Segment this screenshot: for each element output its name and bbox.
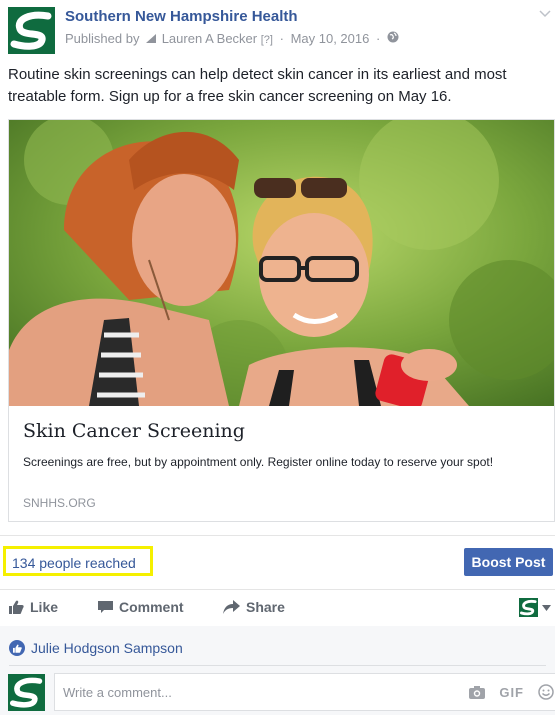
- meta-separator: ·: [279, 31, 284, 46]
- people-reached-link[interactable]: 134 people reached: [12, 555, 136, 571]
- post-date[interactable]: May 10, 2016: [291, 31, 370, 46]
- comment-composer: GIF: [8, 673, 555, 711]
- post-text: Routine skin screenings can help detect …: [8, 66, 507, 105]
- share-arrow-icon: [223, 600, 240, 614]
- comment-label: Comment: [119, 599, 184, 615]
- snhh-logo-icon: [519, 598, 538, 617]
- liker-name-link[interactable]: Julie Hodgson Sampson: [31, 640, 183, 656]
- share-label: Share: [246, 599, 285, 615]
- boost-post-button[interactable]: Boost Post: [464, 548, 553, 576]
- link-preview-image[interactable]: [9, 120, 554, 406]
- meta-separator: ·: [375, 31, 381, 46]
- likes-summary: Julie Hodgson Sampson: [9, 640, 183, 656]
- snhh-logo-icon: [8, 7, 55, 54]
- post-options-chevron-icon[interactable]: [539, 7, 551, 21]
- author-help-suffix[interactable]: [?]: [261, 34, 273, 46]
- link-title[interactable]: Skin Cancer Screening: [23, 420, 245, 442]
- like-button[interactable]: Like: [9, 599, 58, 615]
- comment-bubble-icon: [98, 601, 113, 613]
- camera-icon[interactable]: [469, 685, 486, 699]
- like-label: Like: [30, 599, 59, 615]
- divider: [0, 589, 555, 590]
- post-header: Southern New Hampshire Health Published …: [8, 5, 555, 55]
- author-link[interactable]: Lauren A Becker: [162, 31, 257, 46]
- globe-icon[interactable]: [387, 31, 399, 43]
- publisher-icon: [146, 34, 157, 43]
- page-avatar[interactable]: [8, 7, 55, 54]
- comment-input[interactable]: [63, 682, 443, 702]
- comment-button[interactable]: Comment: [98, 599, 184, 615]
- page-avatar-mini: [519, 598, 538, 617]
- divider: [0, 535, 555, 536]
- caret-down-icon: [542, 604, 551, 611]
- two-women-photo-icon: [9, 120, 554, 406]
- facebook-post: Southern New Hampshire Health Published …: [0, 0, 555, 715]
- post-meta: Published by Lauren A Becker [?] · May 1…: [65, 31, 399, 46]
- post-actions-bar: Like Comment Share: [0, 592, 555, 624]
- comment-box-tools: GIF: [469, 684, 554, 700]
- published-by-label: Published by: [65, 31, 140, 46]
- gif-button[interactable]: GIF: [499, 685, 524, 700]
- page-voice-switcher[interactable]: [519, 598, 551, 617]
- comment-box[interactable]: GIF: [54, 673, 555, 711]
- like-reaction-icon: [9, 640, 25, 656]
- page-name-link[interactable]: Southern New Hampshire Health: [65, 8, 298, 25]
- link-description: Screenings are free, but by appointment …: [23, 455, 494, 469]
- thumbs-up-icon: [9, 600, 24, 614]
- snhh-logo-icon: [8, 674, 45, 711]
- commenter-avatar[interactable]: [8, 674, 45, 711]
- share-button[interactable]: Share: [223, 599, 285, 615]
- link-preview-card[interactable]: Skin Cancer Screening Screenings are fre…: [8, 119, 555, 522]
- divider: [9, 665, 546, 666]
- reach-highlight-box: 134 people reached: [3, 546, 153, 576]
- emoji-smiley-icon[interactable]: [538, 684, 554, 700]
- link-domain: SNHHS.ORG: [23, 496, 96, 510]
